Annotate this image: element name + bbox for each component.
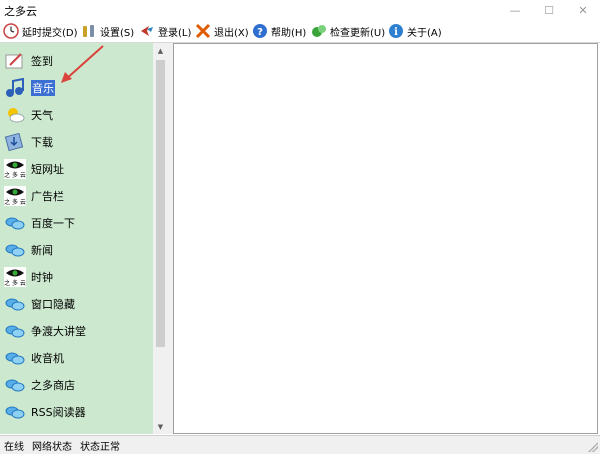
sidebar-item-clock[interactable]: 之 多 云 时钟 bbox=[0, 263, 153, 290]
status-network: 网络状态 bbox=[32, 441, 72, 453]
svg-text:之 多 云: 之 多 云 bbox=[4, 279, 26, 287]
info-icon: i bbox=[388, 23, 404, 39]
svg-text:i: i bbox=[394, 27, 398, 38]
sidebar: 签到 音乐 天气 下载 之 多 云 短网址 之 多 云 广告栏 百度一下 新闻 … bbox=[0, 43, 153, 434]
svg-text:之 多 云: 之 多 云 bbox=[4, 198, 26, 206]
window-title: 之多云 bbox=[4, 5, 37, 18]
music-icon bbox=[4, 77, 26, 98]
sidebar-item-rss[interactable]: RSS阅读器 bbox=[0, 398, 153, 425]
check-update-button[interactable]: 检查更新(U) bbox=[311, 22, 385, 40]
toolbar: 延时提交(D) 设置(S) 登录(L) 退出(X) ? 帮助(H) 检查更新(U… bbox=[0, 20, 600, 43]
cloud-icon bbox=[4, 240, 26, 260]
sidebar-item-baidu[interactable]: 百度一下 bbox=[0, 209, 153, 236]
sidebar-item-ad-bar[interactable]: 之 多 云 广告栏 bbox=[0, 182, 153, 209]
minimize-button[interactable]: — bbox=[498, 0, 532, 20]
sidebar-item-window-hide[interactable]: 窗口隐藏 bbox=[0, 290, 153, 317]
update-icon bbox=[311, 23, 327, 39]
exit-button[interactable]: 退出(X) bbox=[195, 22, 249, 40]
cloud-icon bbox=[4, 213, 26, 233]
sidebar-item-store[interactable]: 之多商店 bbox=[0, 371, 153, 398]
download-icon bbox=[4, 132, 26, 152]
settings-button[interactable]: 设置(S) bbox=[81, 22, 134, 40]
sidebar-item-signin[interactable]: 签到 bbox=[0, 47, 153, 74]
content-panel bbox=[173, 43, 598, 434]
scroll-up-icon[interactable]: ▲ bbox=[153, 43, 168, 58]
cloud-icon bbox=[4, 321, 26, 341]
help-button[interactable]: ? 帮助(H) bbox=[252, 22, 306, 40]
cloud-icon bbox=[4, 402, 26, 422]
maximize-button[interactable]: ☐ bbox=[532, 0, 566, 20]
login-button[interactable]: 登录(L) bbox=[139, 22, 191, 40]
eye-icon: 之 多 云 bbox=[4, 185, 26, 206]
delay-submit-button[interactable]: 延时提交(D) bbox=[3, 22, 78, 40]
title-bar: 之多云 — ☐ ✕ bbox=[0, 0, 600, 20]
status-bar: 在线 网络状态 状态正常 bbox=[0, 435, 600, 454]
eye-icon: 之 多 云 bbox=[4, 158, 26, 179]
scroll-thumb[interactable] bbox=[156, 60, 165, 347]
wrench-icon bbox=[81, 23, 97, 39]
sidebar-item-news[interactable]: 新闻 bbox=[0, 236, 153, 263]
svg-text:?: ? bbox=[257, 27, 263, 38]
cloud-icon bbox=[4, 375, 26, 395]
eye-icon: 之 多 云 bbox=[4, 266, 26, 287]
cloud-icon bbox=[4, 294, 26, 314]
login-icon bbox=[139, 23, 155, 39]
sidebar-item-download[interactable]: 下载 bbox=[0, 128, 153, 155]
about-button[interactable]: i 关于(A) bbox=[388, 22, 442, 40]
status-text: 状态正常 bbox=[80, 441, 120, 453]
scroll-down-icon[interactable]: ▼ bbox=[153, 419, 168, 434]
exit-icon bbox=[195, 23, 211, 39]
sidebar-item-music[interactable]: 音乐 bbox=[0, 74, 153, 101]
clock-icon bbox=[3, 23, 19, 39]
status-online: 在线 bbox=[4, 441, 24, 453]
help-icon: ? bbox=[252, 23, 268, 39]
sidebar-item-weather[interactable]: 天气 bbox=[0, 101, 153, 128]
close-button[interactable]: ✕ bbox=[566, 0, 600, 20]
sidebar-item-lecture[interactable]: 争渡大讲堂 bbox=[0, 317, 153, 344]
resize-grip-icon[interactable] bbox=[588, 442, 598, 452]
cloud-icon bbox=[4, 348, 26, 368]
sidebar-item-radio[interactable]: 收音机 bbox=[0, 344, 153, 371]
sidebar-scrollbar[interactable]: ▲ ▼ bbox=[153, 43, 168, 434]
app-window: 之多云 — ☐ ✕ 延时提交(D) 设置(S) 登录(L) 退出(X) ? 帮助… bbox=[0, 0, 600, 454]
signin-icon bbox=[4, 51, 26, 71]
weather-icon bbox=[4, 105, 26, 125]
sidebar-item-short-url[interactable]: 之 多 云 短网址 bbox=[0, 155, 153, 182]
svg-text:之 多 云: 之 多 云 bbox=[4, 171, 26, 179]
